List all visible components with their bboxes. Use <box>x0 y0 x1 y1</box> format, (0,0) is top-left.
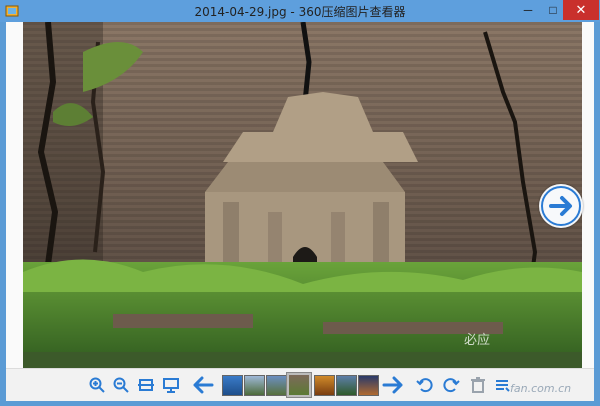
slideshow-icon[interactable] <box>162 376 180 394</box>
window-title: 2014-04-29.jpg - 360压缩图片查看器 <box>194 5 406 19</box>
photo <box>23 22 582 368</box>
zoom-in-icon[interactable] <box>88 376 106 394</box>
next-image-button[interactable] <box>539 184 583 228</box>
thumbnail-current[interactable] <box>286 372 312 398</box>
site-watermark: fan.com.cn <box>510 382 572 395</box>
zoom-out-icon[interactable] <box>112 376 130 394</box>
bing-watermark: 必应 <box>464 333 491 348</box>
bottom-toolbar <box>6 368 594 401</box>
thumbnail-2[interactable] <box>244 375 265 396</box>
close-button[interactable]: ✕ <box>563 0 599 20</box>
delete-icon[interactable] <box>469 376 487 394</box>
image-viewport: 必应 <box>6 22 594 368</box>
rotate-left-icon[interactable] <box>416 376 434 394</box>
list-icon[interactable] <box>493 376 511 394</box>
temple-ruin-image <box>23 22 582 368</box>
fit-window-icon[interactable] <box>137 376 155 394</box>
minimize-button[interactable]: ─ <box>515 0 541 20</box>
thumbnail-5[interactable] <box>314 375 335 396</box>
previous-arrow-icon[interactable] <box>192 376 214 394</box>
thumbnail-3[interactable] <box>266 375 287 396</box>
thumbnail-7[interactable] <box>358 375 379 396</box>
thumbnail-1[interactable] <box>222 375 243 396</box>
title-bar: 2014-04-29.jpg - 360压缩图片查看器 ─ □ ✕ <box>0 0 600 22</box>
thumbnail-6[interactable] <box>336 375 357 396</box>
next-arrow-icon[interactable] <box>382 376 404 394</box>
rotate-right-icon[interactable] <box>442 376 460 394</box>
